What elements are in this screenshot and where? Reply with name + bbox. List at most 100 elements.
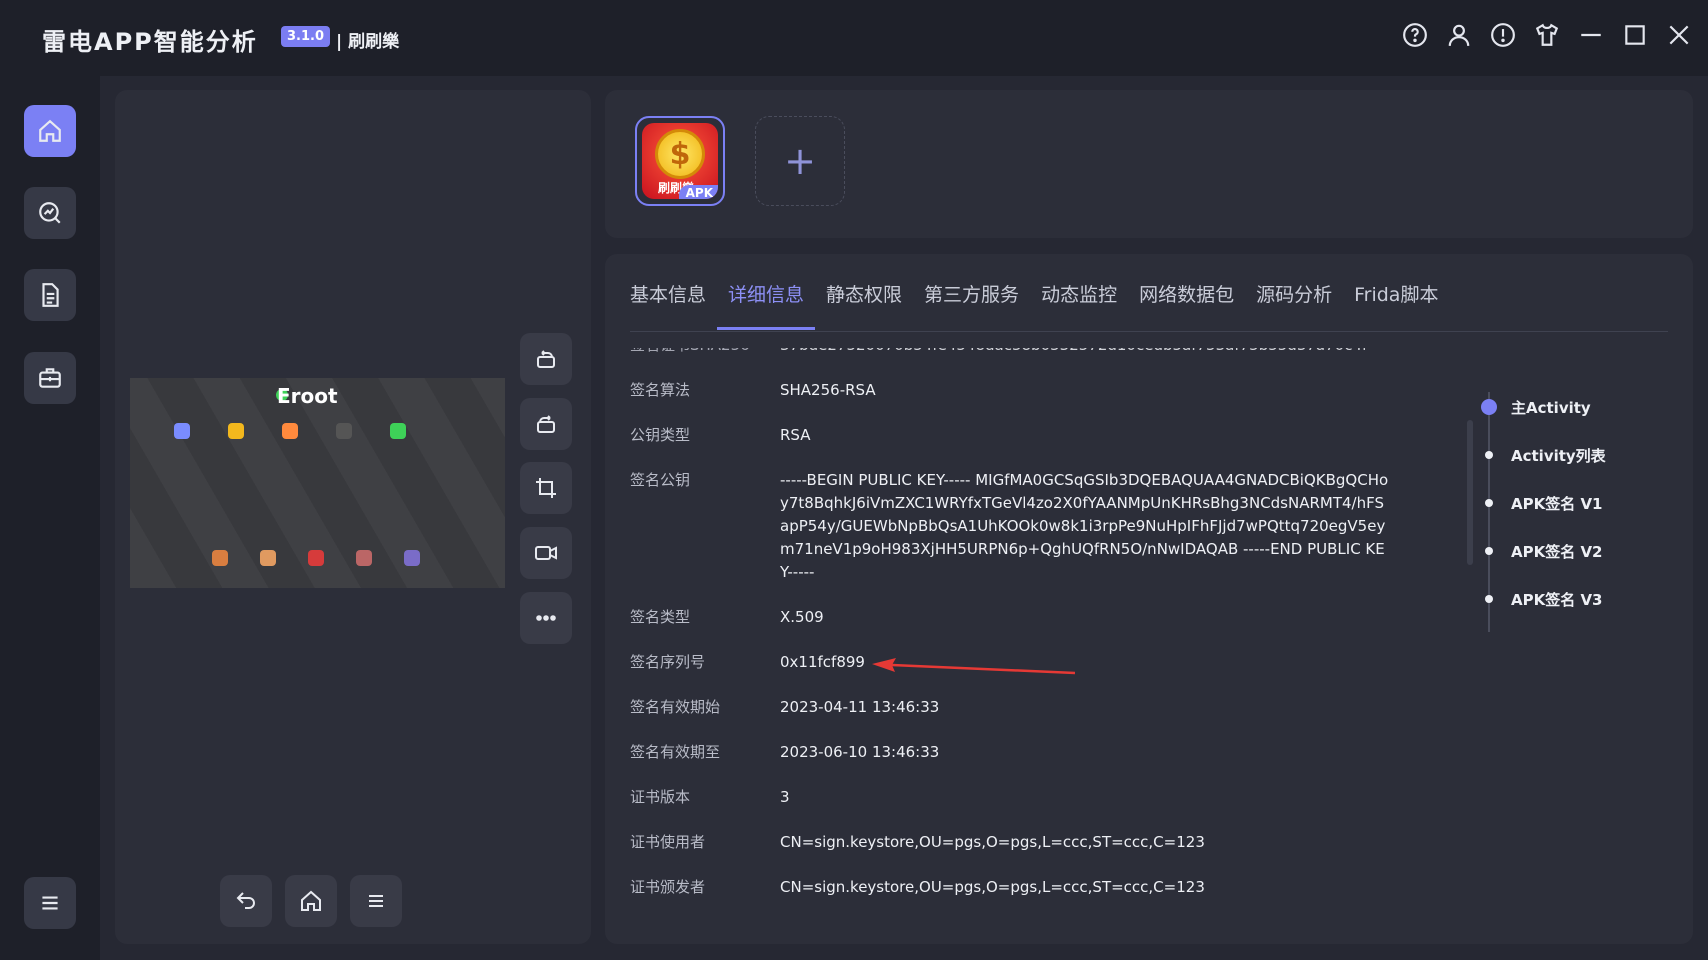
more-button[interactable] [520, 592, 572, 644]
detail-value: 2023-04-11 13:46:33 [780, 698, 940, 716]
screen-brand: Eroot [277, 384, 338, 408]
rotate-left-button[interactable] [520, 333, 572, 385]
detail-row: 证书使用者 CN=sign.keystore,OU=pgs,O=pgs,L=cc… [630, 831, 1410, 854]
add-apk-button[interactable]: + [755, 116, 845, 206]
minimize-icon[interactable] [1578, 22, 1604, 48]
outline-label: 主Activity [1511, 398, 1591, 417]
crop-icon [536, 478, 556, 498]
analytics-icon [39, 202, 61, 224]
maximize-icon[interactable] [1622, 22, 1648, 48]
tab-third-party-services[interactable]: 第三方服务 [913, 282, 1030, 330]
detail-value: 2023-06-10 13:46:33 [780, 743, 940, 761]
apk-badge: APK [678, 185, 718, 199]
sidebar-item-toolbox[interactable] [24, 352, 76, 404]
detail-key: 签名证书SHA256 [630, 348, 780, 357]
apk-app-icon: $ 刷刷樂 APK [642, 123, 718, 199]
help-icon[interactable] [1402, 22, 1428, 48]
tab-static-permissions[interactable]: 静态权限 [815, 282, 913, 330]
outline-label: APK签名 V2 [1511, 542, 1603, 561]
rotate-left-icon [537, 350, 555, 368]
more-icon [536, 615, 556, 621]
record-button[interactable] [520, 527, 572, 579]
rotate-right-button[interactable] [520, 398, 572, 450]
device-menu-button[interactable] [350, 875, 402, 927]
tab-detail-info[interactable]: 详细信息 [717, 282, 816, 330]
device-home-button[interactable] [285, 875, 337, 927]
detail-tabs: 基本信息 详细信息 静态权限 第三方服务 动态监控 网络数据包 源码分析 Fri… [630, 282, 1449, 330]
screen-app-icon [404, 550, 420, 566]
outline-label: APK签名 V1 [1511, 494, 1603, 513]
detail-key: 签名有效期始 [630, 698, 721, 716]
detail-value: CN=sign.keystore,OU=pgs,O=pgs,L=ccc,ST=c… [780, 878, 1205, 896]
detail-row: 签名证书SHA256 37bde27520070b54fe4548dac58b0… [630, 348, 1410, 357]
detail-value: 3 [780, 788, 790, 806]
version-badge: 3.1.0 [281, 26, 331, 47]
sidebar-item-document[interactable] [24, 269, 76, 321]
detail-value: X.509 [780, 608, 824, 626]
detail-list: 签名证书SHA256 37bde27520070b54fe4548dac58b0… [630, 348, 1410, 924]
detail-row: 证书版本 3 [630, 786, 1410, 809]
detail-key: 签名有效期至 [630, 743, 721, 761]
apk-card-selected[interactable]: $ 刷刷樂 APK [635, 116, 725, 206]
shirt-icon[interactable] [1534, 22, 1560, 48]
outline-dot [1481, 399, 1497, 415]
window-controls [1402, 22, 1692, 48]
close-icon[interactable] [1666, 22, 1692, 48]
tab-divider [630, 331, 1668, 332]
sidebar-item-home[interactable] [24, 105, 76, 157]
detail-row: 证书颁发者 CN=sign.keystore,OU=pgs,O=pgs,L=cc… [630, 876, 1410, 899]
screen-app-icon [228, 423, 244, 439]
tab-frida-script[interactable]: Frida脚本 [1343, 282, 1449, 330]
back-button[interactable] [220, 875, 272, 927]
outline-item-main-activity[interactable]: 主Activity [1470, 395, 1591, 419]
detail-key: 证书颁发者 [630, 878, 706, 896]
tab-basic-info[interactable]: 基本信息 [630, 282, 717, 330]
detail-key: 签名序列号 [630, 653, 706, 671]
outline-item-apk-sign-v2[interactable]: APK签名 V2 [1470, 539, 1603, 563]
detail-row: 公钥类型 RSA [630, 424, 1410, 447]
detail-key: 证书使用者 [630, 833, 706, 851]
detail-value: CN=sign.keystore,OU=pgs,O=pgs,L=ccc,ST=c… [780, 833, 1205, 851]
detail-value: 37bde27520070b54fe4548dac58b0532572d10ce… [780, 348, 1390, 357]
plus-icon: + [784, 139, 816, 183]
home-icon [301, 890, 321, 911]
device-screen[interactable]: Eroot [130, 378, 505, 588]
detail-value: RSA [780, 426, 811, 444]
tab-network-packets[interactable]: 网络数据包 [1128, 282, 1245, 330]
outline-dot [1485, 451, 1493, 459]
toolbox-icon [39, 368, 61, 388]
screen-app-icon [390, 423, 406, 439]
detail-row: 签名算法 SHA256-RSA [630, 379, 1410, 402]
tab-dynamic-monitoring[interactable]: 动态监控 [1030, 282, 1128, 330]
outline-item-apk-sign-v1[interactable]: APK签名 V1 [1470, 491, 1603, 515]
crop-button[interactable] [520, 462, 572, 514]
detail-row: 签名类型 X.509 [630, 606, 1410, 629]
outline-item-activity-list[interactable]: Activity列表 [1470, 443, 1606, 467]
annotation-arrow-icon [872, 658, 1075, 675]
coin-icon: $ [655, 129, 705, 179]
detail-row: 签名有效期始 2023-04-11 13:46:33 [630, 696, 1410, 719]
tab-source-analysis[interactable]: 源码分析 [1245, 282, 1343, 330]
app-title: 雷电APP智能分析 [42, 28, 258, 56]
rotate-right-icon [537, 415, 555, 433]
back-icon [236, 892, 255, 909]
screen-app-icon [174, 423, 190, 439]
detail-key: 签名公钥 [630, 471, 691, 489]
outline-dot [1485, 595, 1493, 603]
alert-icon[interactable] [1490, 22, 1516, 48]
detail-value: SHA256-RSA [780, 381, 876, 399]
document-icon [42, 283, 59, 307]
sidebar-menu-button[interactable] [24, 877, 76, 929]
detail-row: 签名有效期至 2023-06-10 13:46:33 [630, 741, 1410, 764]
user-icon[interactable] [1446, 22, 1472, 48]
sidebar-item-analytics[interactable] [24, 187, 76, 239]
outline-item-apk-sign-v3[interactable]: APK签名 V3 [1470, 587, 1603, 611]
outline-dot [1485, 547, 1493, 555]
title-bar: 雷电APP智能分析 3.1.0 | 刷刷樂 [0, 0, 1708, 76]
outline-label: APK签名 V3 [1511, 590, 1603, 609]
outline-label: Activity列表 [1511, 446, 1606, 465]
detail-row: 签名公钥 -----BEGIN PUBLIC KEY----- MIGfMA0G… [630, 469, 1410, 584]
detail-key: 签名类型 [630, 608, 691, 626]
section-outline: 主Activity Activity列表 APK签名 V1 APK签名 V2 A… [1470, 392, 1680, 632]
detail-value: -----BEGIN PUBLIC KEY----- MIGfMA0GCSqGS… [780, 471, 1389, 581]
